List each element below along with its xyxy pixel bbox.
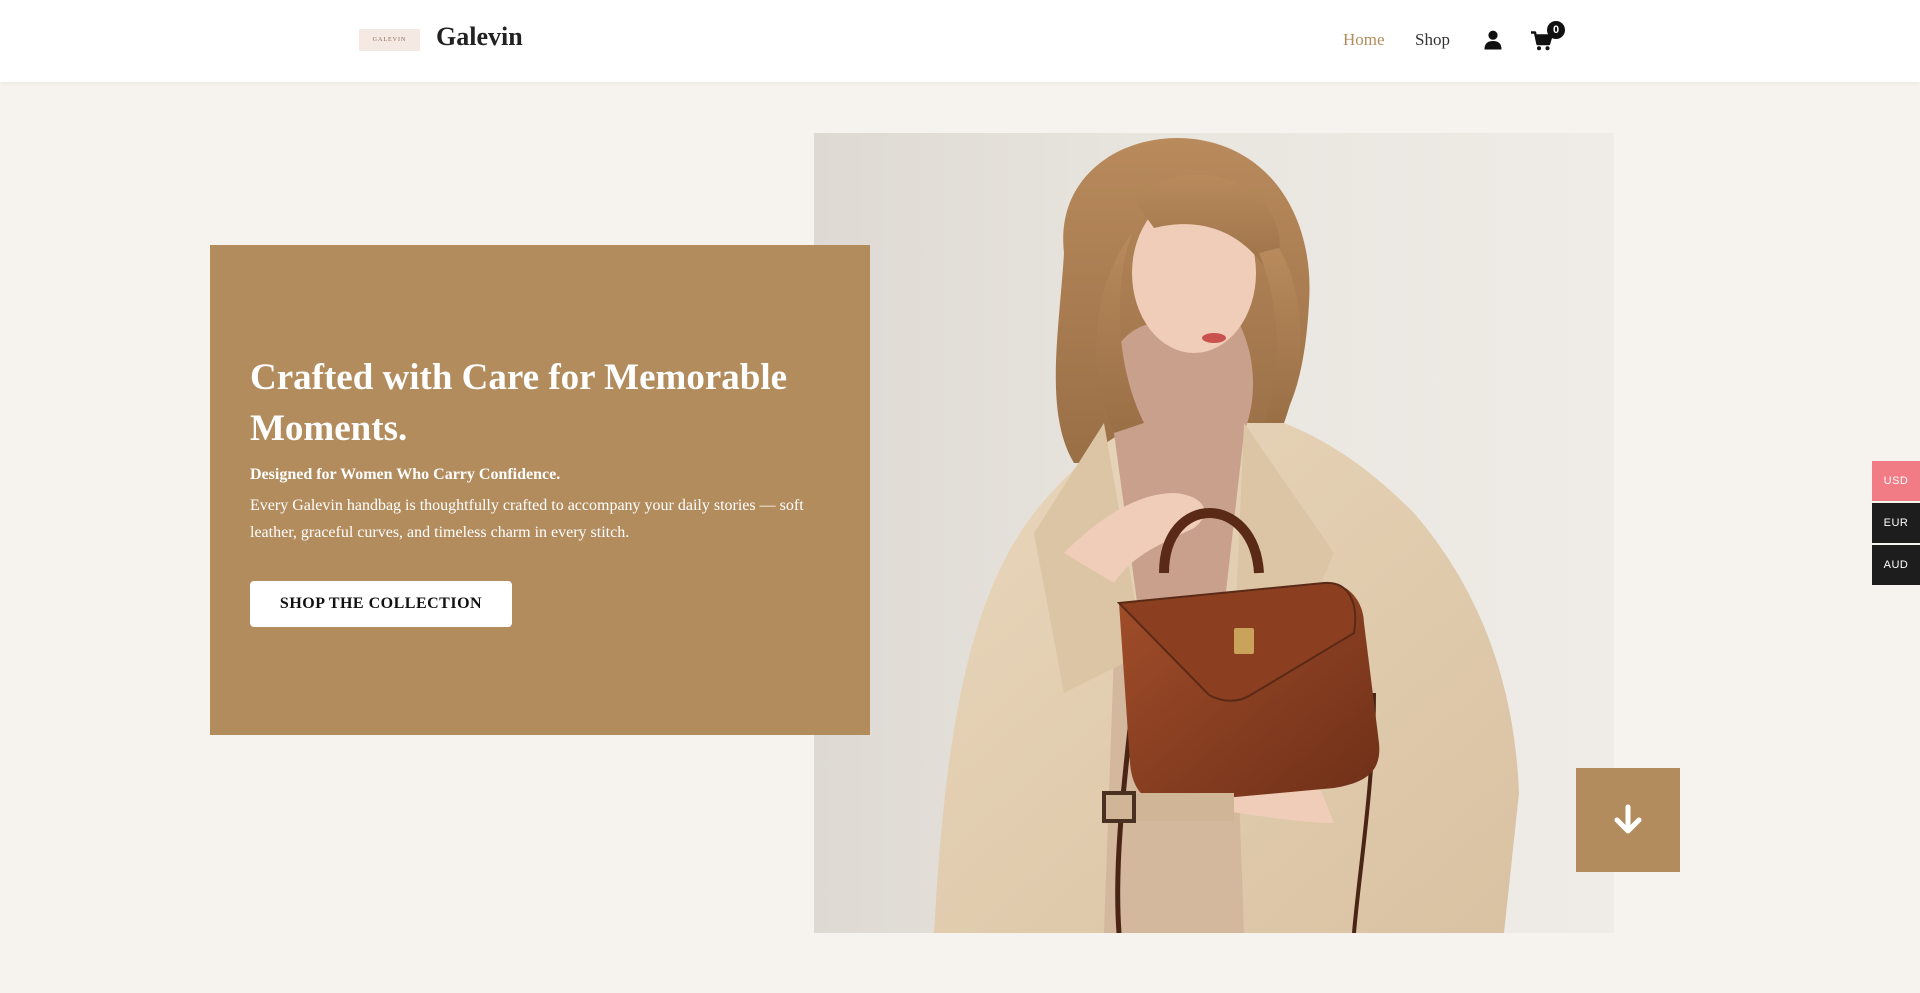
shop-collection-button[interactable]: SHOP THE COLLECTION — [250, 581, 512, 627]
currency-aud[interactable]: AUD — [1872, 545, 1920, 585]
brand-logo[interactable]: GALEVIN — [359, 29, 420, 51]
currency-usd[interactable]: USD — [1872, 461, 1920, 501]
hero-image — [814, 133, 1614, 933]
hero-subtitle: Designed for Women Who Carry Confidence. — [250, 466, 561, 483]
logo-text: GALEVIN — [372, 37, 407, 43]
currency-eur[interactable]: EUR — [1872, 503, 1920, 543]
model-with-handbag-illustration — [934, 137, 1519, 933]
hero-content-card — [210, 245, 870, 735]
user-icon[interactable] — [1484, 30, 1502, 50]
site-header: GALEVIN Galevin Home Shop 0 — [0, 0, 1920, 82]
arrow-down-icon — [1614, 804, 1642, 834]
hero-title: Crafted with Care for Memorable Moments. — [250, 357, 788, 449]
cart-count-badge: 0 — [1547, 21, 1565, 39]
hero-description: Every Galevin handbag is thoughtfully cr… — [250, 497, 804, 541]
brand-name[interactable]: Galevin — [436, 22, 523, 52]
nav-shop-link[interactable]: Shop — [1415, 30, 1450, 50]
scroll-down-button[interactable] — [1576, 768, 1680, 872]
nav-home-link[interactable]: Home — [1343, 30, 1385, 50]
